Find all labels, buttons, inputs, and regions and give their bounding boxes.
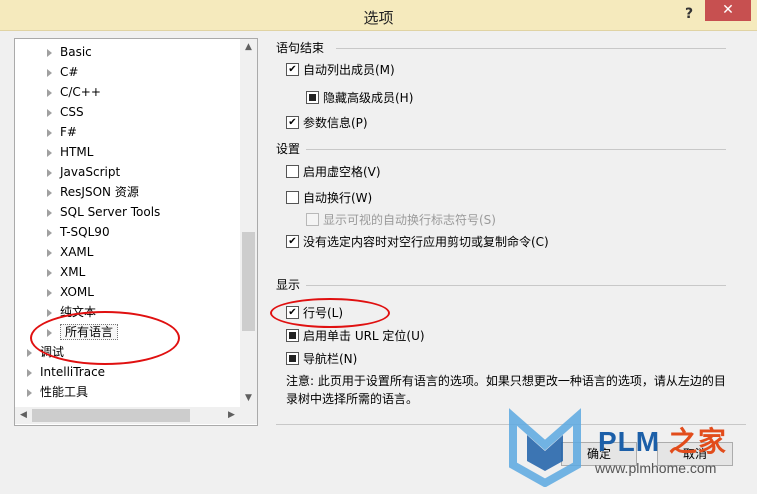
expand-arrow-icon[interactable] (27, 368, 32, 377)
checkbox[interactable] (306, 91, 319, 104)
checkbox[interactable] (286, 63, 299, 76)
tree-item-cpp[interactable]: C/C++ (47, 82, 101, 102)
checkbox[interactable] (306, 213, 319, 226)
scrollbar-corner (240, 407, 257, 424)
option-parameter-info[interactable]: 参数信息(P) (286, 114, 368, 132)
tree-item-performance-tools[interactable]: 性能工具 (27, 382, 88, 402)
expand-arrow-icon[interactable] (47, 108, 52, 117)
expand-arrow-icon[interactable] (47, 288, 52, 297)
option-virtual-space[interactable]: 启用虚空格(V) (286, 163, 381, 181)
scroll-right-arrow-icon[interactable]: ▶ (223, 407, 240, 424)
tree-item-basic[interactable]: Basic (47, 42, 92, 62)
section-divider (306, 149, 726, 150)
title-bar: 选项 ? ✕ (0, 0, 757, 31)
options-tree[interactable]: Basic C# C/C++ CSS F# HTML JavaScript Re… (14, 38, 258, 426)
option-single-click-url[interactable]: 启用单击 URL 定位(U) (286, 327, 425, 345)
expand-arrow-icon[interactable] (27, 388, 32, 397)
section-divider (336, 48, 726, 49)
checkbox[interactable] (286, 329, 299, 342)
checkbox[interactable] (286, 191, 299, 204)
expand-arrow-icon[interactable] (47, 88, 52, 97)
annotation-ellipse (270, 298, 390, 328)
tree-vertical-scrollbar[interactable]: ▲ ▼ (240, 39, 257, 407)
tree-item-intellitrace[interactable]: IntelliTrace (27, 362, 105, 382)
option-show-wrap-glyphs[interactable]: 显示可视的自动换行标志符号(S) (306, 211, 496, 229)
plmhome-watermark: PLM 之家 www.plmhome.com (505, 405, 750, 488)
expand-arrow-icon[interactable] (47, 68, 52, 77)
checkbox[interactable] (286, 352, 299, 365)
section-divider (306, 285, 726, 286)
checkbox[interactable] (286, 235, 299, 248)
expand-arrow-icon[interactable] (47, 48, 52, 57)
close-button[interactable]: ✕ (705, 0, 751, 21)
window-title: 选项 (363, 9, 394, 27)
expand-arrow-icon[interactable] (47, 188, 52, 197)
option-navigation-bar[interactable]: 导航栏(N) (286, 350, 357, 368)
checkbox[interactable] (286, 165, 299, 178)
section-display: 显示 (276, 278, 301, 292)
expand-arrow-icon[interactable] (27, 348, 32, 357)
expand-arrow-icon[interactable] (47, 228, 52, 237)
option-auto-list-members[interactable]: 自动列出成员(M) (286, 61, 395, 79)
horizontal-scroll-thumb[interactable] (32, 409, 190, 422)
expand-arrow-icon[interactable] (47, 168, 52, 177)
expand-arrow-icon[interactable] (47, 268, 52, 277)
scroll-down-arrow-icon[interactable]: ▼ (240, 390, 257, 407)
expand-arrow-icon[interactable] (47, 128, 52, 137)
scroll-up-arrow-icon[interactable]: ▲ (240, 39, 257, 56)
watermark-brand: PLM 之家 (598, 426, 727, 457)
tree-item-xoml[interactable]: XOML (47, 282, 94, 302)
tree-horizontal-scrollbar[interactable]: ◀ ▶ (15, 407, 240, 424)
scroll-left-arrow-icon[interactable]: ◀ (15, 407, 32, 424)
watermark-url: www.plmhome.com (595, 460, 717, 476)
option-hide-advanced-members[interactable]: 隐藏高级成员(H) (306, 89, 413, 107)
tree-item-csharp[interactable]: C# (47, 62, 78, 82)
tree-item-css[interactable]: CSS (47, 102, 84, 122)
tree-item-resjson[interactable]: ResJSON 资源 (47, 182, 139, 202)
tree-item-tsql90[interactable]: T-SQL90 (47, 222, 110, 242)
expand-arrow-icon[interactable] (47, 148, 52, 157)
expand-arrow-icon[interactable] (47, 248, 52, 257)
help-button[interactable]: ? (676, 3, 702, 25)
checkbox[interactable] (286, 116, 299, 129)
tree-item-xaml[interactable]: XAML (47, 242, 93, 262)
plm-logo-icon (509, 408, 581, 488)
option-copy-without-selection[interactable]: 没有选定内容时对空行应用剪切或复制命令(C) (286, 233, 549, 251)
tree-item-fsharp[interactable]: F# (47, 122, 77, 142)
note-text: 注意: 此页用于设置所有语言的选项。如果只想更改一种语言的选项，请从左边的目录树… (286, 374, 726, 406)
tree-item-xml[interactable]: XML (47, 262, 85, 282)
annotation-ellipse (30, 311, 180, 365)
tree-item-sql-server-tools[interactable]: SQL Server Tools (47, 202, 160, 222)
option-word-wrap[interactable]: 自动换行(W) (286, 189, 372, 207)
tree-item-javascript[interactable]: JavaScript (47, 162, 120, 182)
tree-item-html[interactable]: HTML (47, 142, 93, 162)
section-statement-completion: 语句结束 (276, 41, 325, 55)
expand-arrow-icon[interactable] (47, 308, 52, 317)
vertical-scroll-thumb[interactable] (242, 232, 255, 331)
expand-arrow-icon[interactable] (47, 208, 52, 217)
section-settings: 设置 (276, 142, 301, 156)
